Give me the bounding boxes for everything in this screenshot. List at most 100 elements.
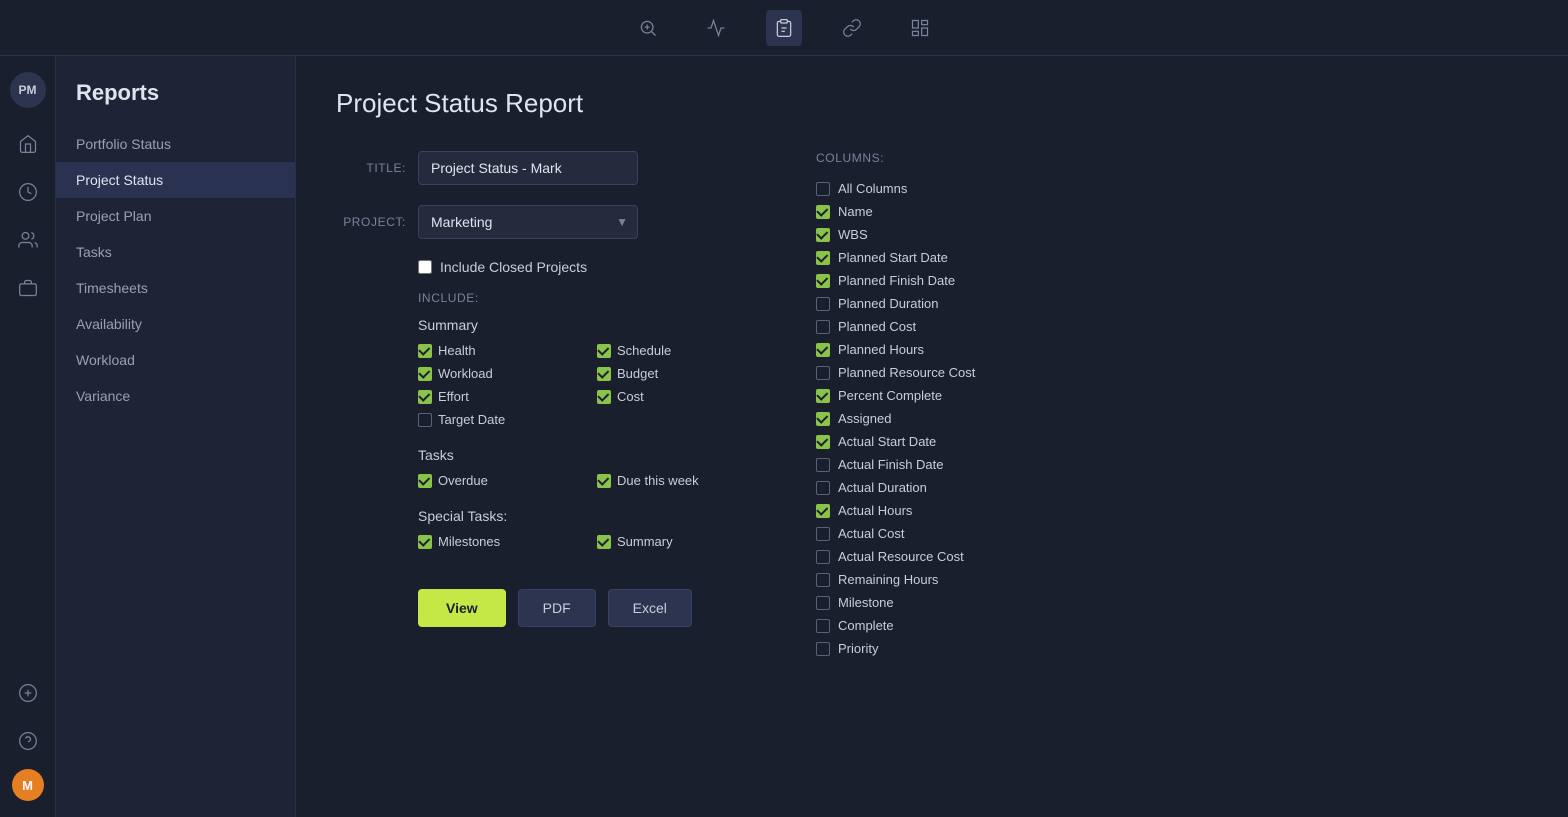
excel-button[interactable]: Excel [608,589,692,627]
icon-nav: PM M [0,56,56,817]
include-closed-label[interactable]: Include Closed Projects [440,259,587,275]
actual-finish-date-label: Actual Finish Date [838,457,944,472]
tasks-grid: Overdue Due this week [418,473,756,488]
sidebar-item-workload[interactable]: Workload [56,342,295,378]
home-nav-icon[interactable] [8,124,48,164]
include-due-this-week: Due this week [597,473,756,488]
actual-hours-checkbox[interactable] [816,504,830,518]
target-date-checkbox[interactable] [418,413,432,427]
add-nav-icon[interactable] [8,673,48,713]
milestones-checkbox[interactable] [418,535,432,549]
overdue-label: Overdue [438,473,488,488]
sidebar-item-project-plan[interactable]: Project Plan [56,198,295,234]
effort-checkbox[interactable] [418,390,432,404]
assigned-checkbox[interactable] [816,412,830,426]
link-icon[interactable] [834,10,870,46]
actual-duration-checkbox[interactable] [816,481,830,495]
column-item-all-columns: All Columns [816,177,1520,200]
summary-group-title: Summary [418,317,756,333]
actual-cost-checkbox[interactable] [816,527,830,541]
main-content: Project Status Report TITLE: PROJECT: Ma… [296,56,1568,817]
milestone-label: Milestone [838,595,894,610]
milestone-checkbox[interactable] [816,596,830,610]
columns-scroll: All Columns Name WBS Planned Start Date [816,177,1528,660]
sidebar-item-variance[interactable]: Variance [56,378,295,414]
remaining-hours-checkbox[interactable] [816,573,830,587]
name-col-checkbox[interactable] [816,205,830,219]
complete-label: Complete [838,618,894,633]
action-buttons: View PDF Excel [418,589,756,627]
actual-resource-cost-checkbox[interactable] [816,550,830,564]
actual-duration-label: Actual Duration [838,480,927,495]
include-workload: Workload [418,366,577,381]
sidebar-item-availability[interactable]: Availability [56,306,295,342]
actual-finish-date-checkbox[interactable] [816,458,830,472]
sidebar-item-tasks[interactable]: Tasks [56,234,295,270]
actual-hours-label: Actual Hours [838,503,912,518]
workload-label: Workload [438,366,493,381]
planned-finish-date-checkbox[interactable] [816,274,830,288]
search-zoom-icon[interactable] [630,10,666,46]
all-columns-checkbox[interactable] [816,182,830,196]
actual-resource-cost-label: Actual Resource Cost [838,549,964,564]
planned-resource-cost-label: Planned Resource Cost [838,365,975,380]
overdue-checkbox[interactable] [418,474,432,488]
column-item-actual-hours: Actual Hours [816,499,1520,522]
column-item-planned-cost: Planned Cost [816,315,1520,338]
cost-checkbox[interactable] [597,390,611,404]
planned-hours-checkbox[interactable] [816,343,830,357]
history-nav-icon[interactable] [8,172,48,212]
form-left: TITLE: PROJECT: Marketing Development De… [336,151,756,660]
health-checkbox[interactable] [418,344,432,358]
include-cost: Cost [597,389,756,404]
planned-resource-cost-checkbox[interactable] [816,366,830,380]
title-input[interactable] [418,151,638,185]
health-label: Health [438,343,476,358]
sidebar-item-portfolio-status[interactable]: Portfolio Status [56,126,295,162]
user-avatar[interactable]: M [12,769,44,801]
column-item-actual-start-date: Actual Start Date [816,430,1520,453]
form-section: TITLE: PROJECT: Marketing Development De… [336,151,1528,660]
wbs-col-checkbox[interactable] [816,228,830,242]
include-closed-checkbox[interactable] [418,260,432,274]
project-select[interactable]: Marketing Development Design [418,205,638,239]
view-button[interactable]: View [418,589,506,627]
column-item-planned-duration: Planned Duration [816,292,1520,315]
activity-icon[interactable] [698,10,734,46]
column-item-assigned: Assigned [816,407,1520,430]
due-this-week-checkbox[interactable] [597,474,611,488]
priority-checkbox[interactable] [816,642,830,656]
actual-start-date-label: Actual Start Date [838,434,936,449]
workload-checkbox[interactable] [418,367,432,381]
pm-logo[interactable]: PM [10,72,46,108]
actual-start-date-checkbox[interactable] [816,435,830,449]
planned-cost-checkbox[interactable] [816,320,830,334]
sidebar-item-timesheets[interactable]: Timesheets [56,270,295,306]
people-nav-icon[interactable] [8,220,48,260]
summary-tasks-label: Summary [617,534,673,549]
planned-start-date-label: Planned Start Date [838,250,948,265]
sidebar-item-project-status[interactable]: Project Status [56,162,295,198]
briefcase-nav-icon[interactable] [8,268,48,308]
planned-start-date-checkbox[interactable] [816,251,830,265]
column-item-percent-complete: Percent Complete [816,384,1520,407]
include-schedule: Schedule [597,343,756,358]
complete-checkbox[interactable] [816,619,830,633]
include-health: Health [418,343,577,358]
columns-label: COLUMNS: [816,151,1528,165]
budget-checkbox[interactable] [597,367,611,381]
column-item-actual-finish-date: Actual Finish Date [816,453,1520,476]
clipboard-icon[interactable] [766,10,802,46]
title-label: TITLE: [336,161,406,175]
page-title: Project Status Report [336,88,1528,119]
help-nav-icon[interactable] [8,721,48,761]
include-target-date: Target Date [418,412,577,427]
pdf-button[interactable]: PDF [518,589,596,627]
layout-icon[interactable] [902,10,938,46]
column-item-wbs: WBS [816,223,1520,246]
percent-complete-checkbox[interactable] [816,389,830,403]
planned-duration-checkbox[interactable] [816,297,830,311]
summary-tasks-checkbox[interactable] [597,535,611,549]
include-section: Summary Health Schedule Work [418,317,756,549]
schedule-checkbox[interactable] [597,344,611,358]
